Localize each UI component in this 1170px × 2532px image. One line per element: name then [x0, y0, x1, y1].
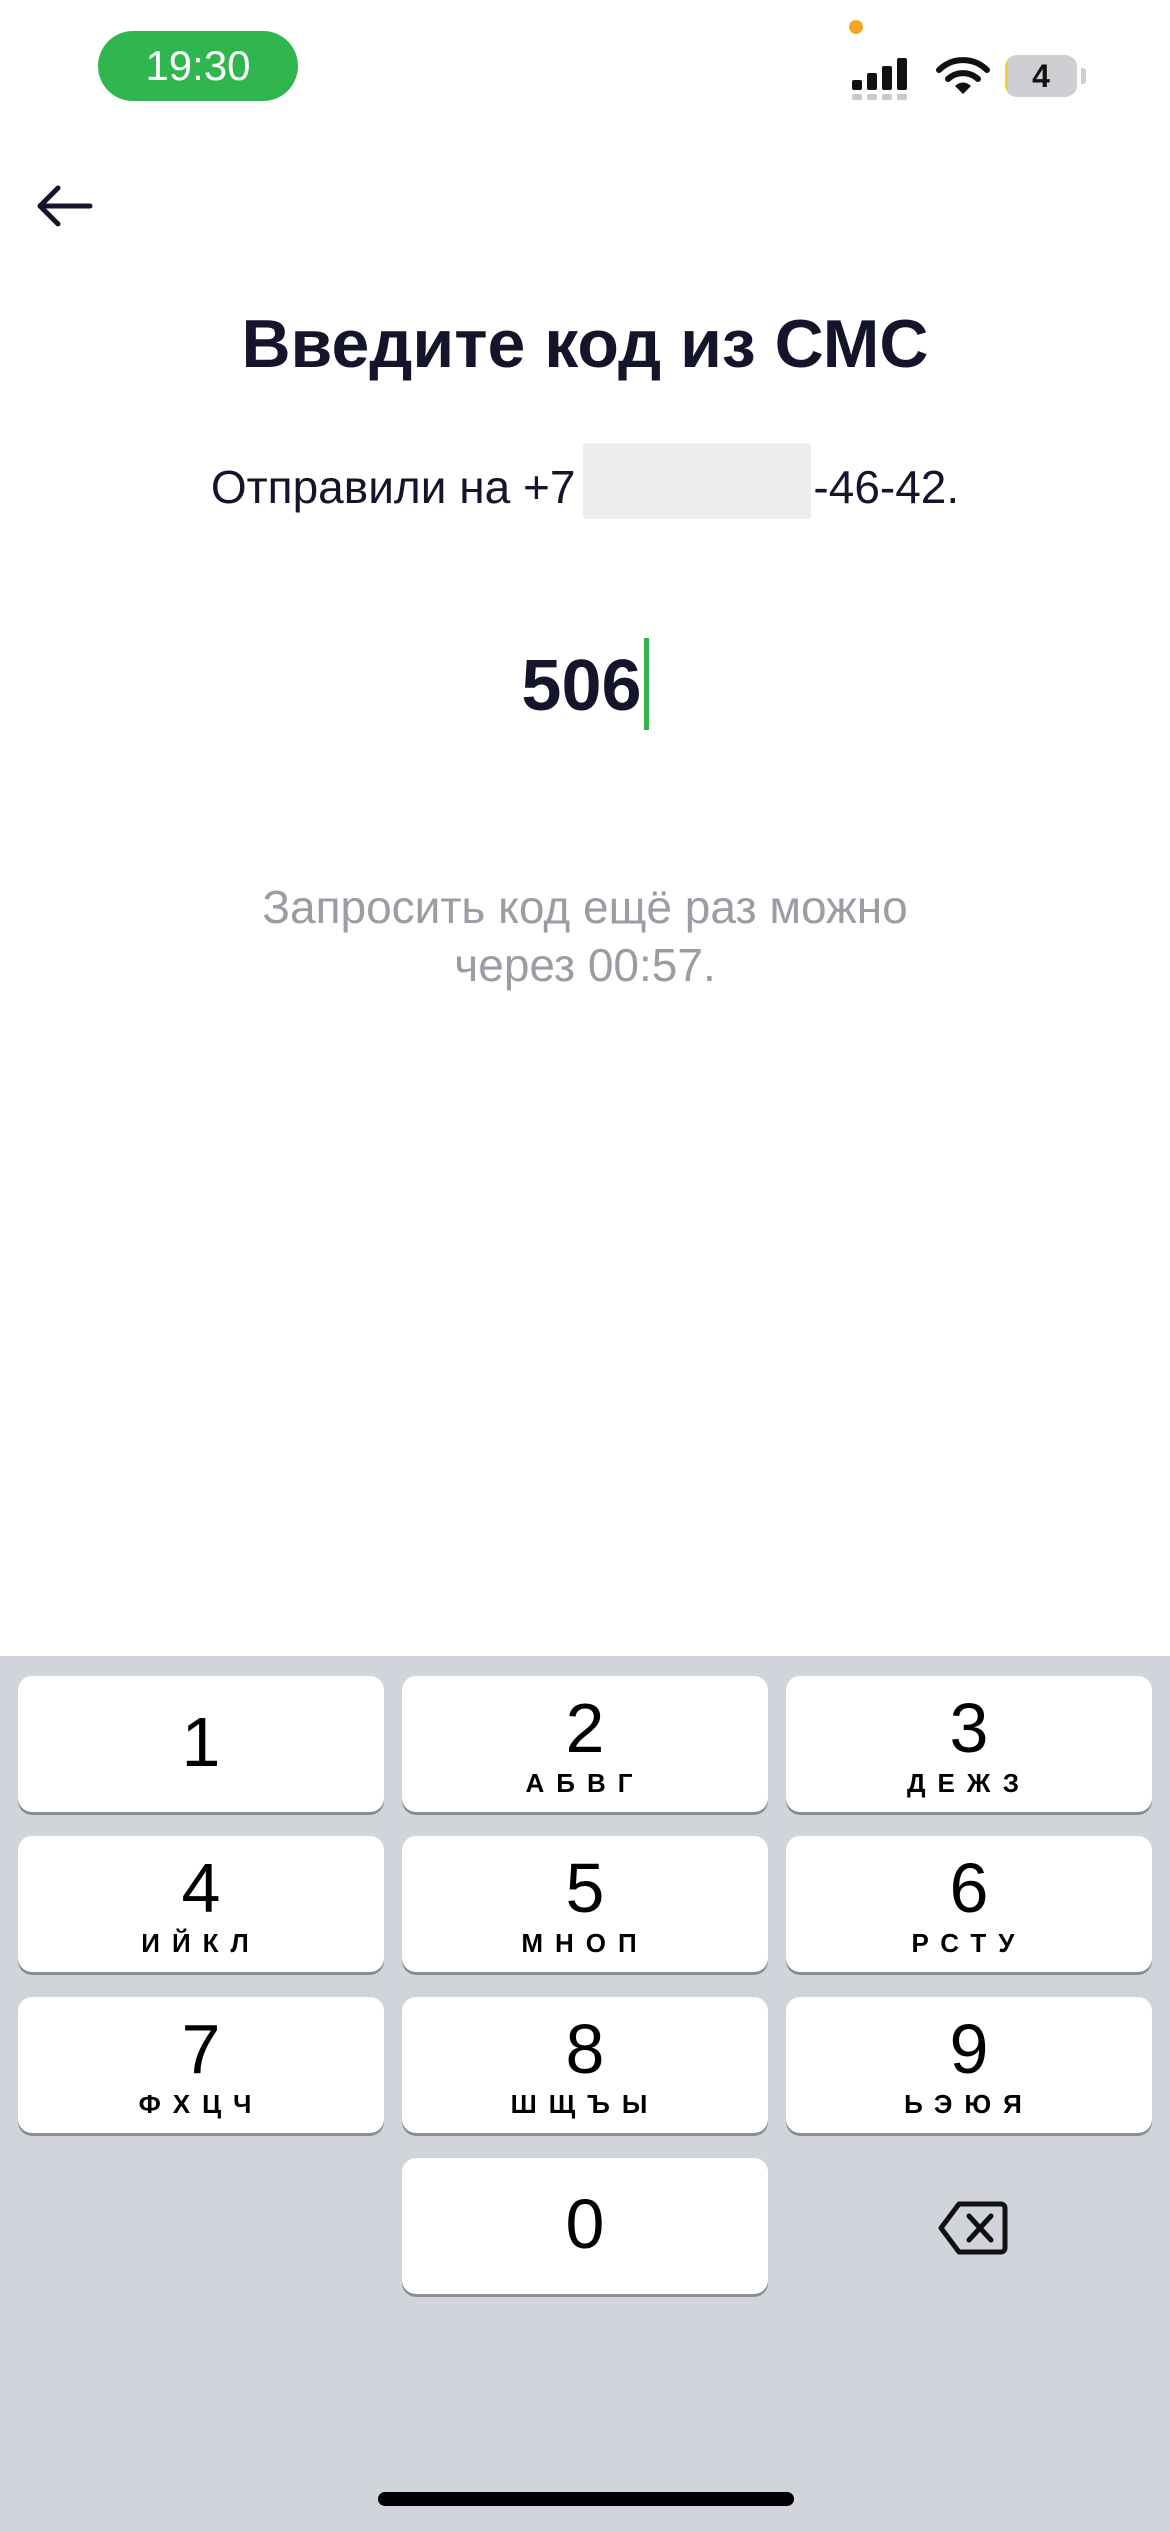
wifi-icon [936, 57, 990, 94]
sent-suffix: -46-42. [813, 461, 960, 513]
key-number: 5 [565, 1849, 605, 1927]
home-indicator [378, 2492, 794, 2506]
sms-code-input[interactable]: 506 [0, 637, 1170, 730]
privacy-indicator-dot [849, 20, 863, 34]
key-number: 9 [949, 2010, 989, 2088]
battery-indicator: 4 [1005, 55, 1087, 97]
key-letters: ДЕЖЗ [907, 1768, 1031, 1798]
key-number: 8 [565, 2010, 605, 2088]
code-value: 506 [521, 646, 642, 726]
key-number: 3 [949, 1689, 989, 1767]
status-time: 19:30 [98, 31, 298, 101]
key-4[interactable]: 4 ИЙКЛ [18, 1836, 384, 1972]
page-title: Введите код из СМС [241, 306, 929, 382]
key-letters: ФХЦЧ [138, 2089, 264, 2119]
key-number: 2 [565, 1689, 605, 1767]
resend-countdown-text: Запросить код ещё раз можно через 00:57. [262, 881, 908, 991]
key-number: 1 [181, 1703, 221, 1781]
key-letters: РСТУ [911, 1928, 1027, 1958]
key-8[interactable]: 8 ШЩЪЫ [402, 1997, 768, 2133]
key-number: 4 [181, 1849, 221, 1927]
back-button[interactable] [30, 170, 100, 240]
status-bar: 19:30 4 [0, 0, 1170, 140]
key-5[interactable]: 5 МНОП [402, 1836, 768, 1972]
key-number: 7 [181, 2010, 221, 2088]
key-6[interactable]: 6 РСТУ [786, 1836, 1152, 1972]
key-number: 0 [565, 2185, 605, 2263]
cellular-signal-icon [852, 58, 907, 100]
key-0[interactable]: 0 [402, 2158, 768, 2294]
key-2[interactable]: 2 АБВГ [402, 1676, 768, 1812]
backspace-icon [938, 2201, 1008, 2255]
key-number: 6 [949, 1849, 989, 1927]
key-letters: ИЙКЛ [141, 1928, 261, 1958]
phone-number-mask [583, 442, 812, 519]
key-1[interactable]: 1 [18, 1676, 384, 1812]
key-letters: АБВГ [525, 1768, 645, 1798]
text-cursor [643, 637, 649, 730]
battery-level: 4 [1032, 58, 1050, 94]
delete-key[interactable] [787, 2158, 1153, 2294]
key-letters: ШЩЪЫ [510, 2089, 660, 2119]
arrow-left-icon [37, 185, 93, 227]
sent-prefix: Отправили на +7 [210, 461, 576, 513]
key-7[interactable]: 7 ФХЦЧ [18, 1997, 384, 2133]
key-letters: МНОП [521, 1928, 649, 1958]
sent-to-phone-text: Отправили на +7 -46-42. [0, 442, 1170, 519]
key-3[interactable]: 3 ДЕЖЗ [786, 1676, 1152, 1812]
key-9[interactable]: 9 ЬЭЮЯ [786, 1997, 1152, 2133]
key-letters: ЬЭЮЯ [904, 2089, 1034, 2119]
